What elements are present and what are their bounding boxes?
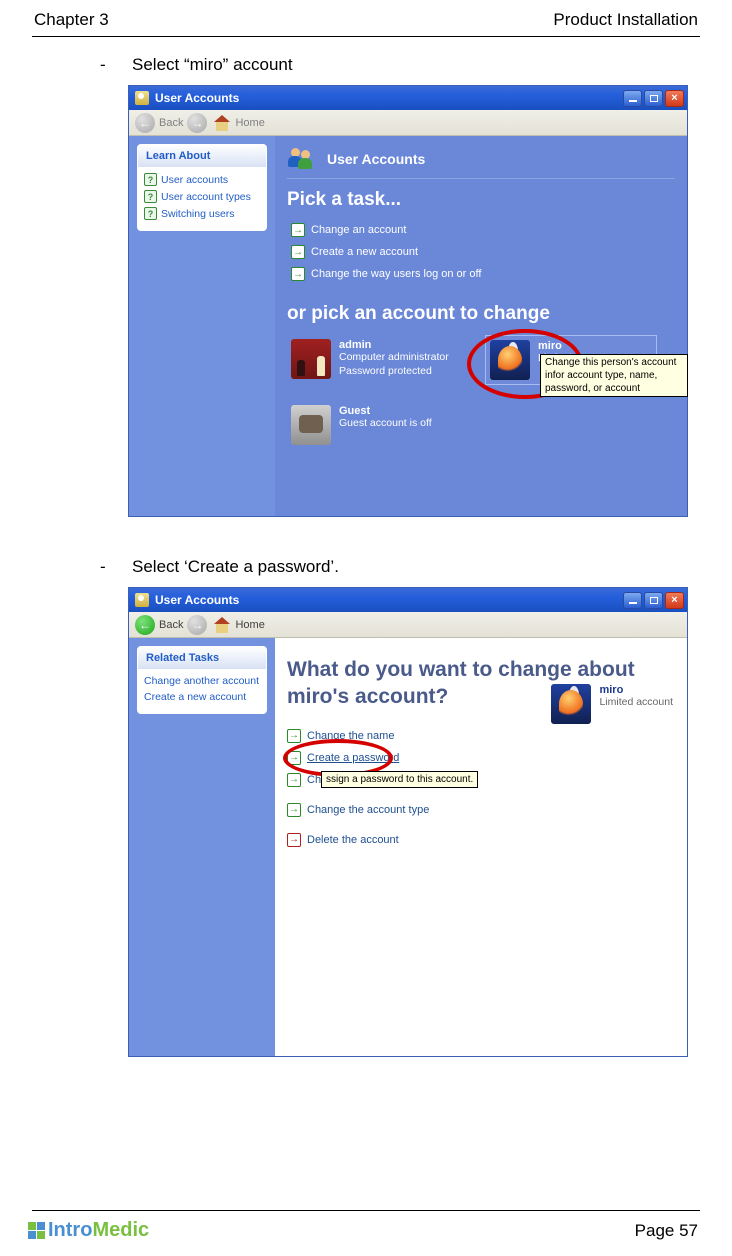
main-title: User Accounts xyxy=(327,151,425,167)
tooltip: ssign a password to this account. xyxy=(321,771,478,788)
bullet-text-1: Select “miro” account xyxy=(132,55,293,75)
window-title: User Accounts xyxy=(155,593,239,607)
minimize-button[interactable] xyxy=(623,90,642,107)
window-title: User Accounts xyxy=(155,91,239,105)
bullet-dash: - xyxy=(100,557,132,577)
maximize-button[interactable] xyxy=(644,90,663,107)
arrow-icon: → xyxy=(291,245,305,259)
maximize-button[interactable] xyxy=(644,592,663,609)
account-status: Guest account is off xyxy=(339,417,432,431)
bullet-dash: - xyxy=(100,55,132,75)
minimize-button[interactable] xyxy=(623,592,642,609)
sidebar-heading: Learn About xyxy=(138,145,266,167)
logo-text-2: Medic xyxy=(92,1219,149,1242)
user-accounts-icon xyxy=(135,91,149,105)
option-change-type[interactable]: →Change the account type xyxy=(287,799,675,821)
home-label: Home xyxy=(235,619,264,631)
account-miro: miro Limited account xyxy=(551,684,673,724)
screenshot-2-window: User Accounts × ← Back → Home Related Ta xyxy=(128,587,688,1057)
toolbar: ← Back → Home xyxy=(129,612,687,638)
back-label: Back xyxy=(159,619,183,631)
forward-button[interactable]: → xyxy=(187,615,207,635)
option-delete-account[interactable]: →Delete the account xyxy=(287,829,675,851)
logo: IntroMedic xyxy=(28,1219,149,1242)
page-number: Page 57 xyxy=(635,1221,698,1241)
account-name: Guest xyxy=(339,405,432,417)
bottom-rule xyxy=(32,1210,700,1211)
learn-about-item[interactable]: ?User account types xyxy=(144,188,260,205)
bullet-text-2: Select ‘Create a password’. xyxy=(132,557,339,577)
chapter-label: Chapter 3 xyxy=(34,10,109,30)
account-protected: Password protected xyxy=(339,365,449,379)
arrow-icon: → xyxy=(287,773,301,787)
pick-account-heading: or pick an account to change xyxy=(287,303,675,325)
account-guest[interactable]: Guest Guest account is off xyxy=(287,401,459,449)
arrow-icon: → xyxy=(287,803,301,817)
account-picture-icon xyxy=(291,405,331,445)
related-task-item[interactable]: Create a new account xyxy=(144,689,260,705)
help-icon: ? xyxy=(144,190,157,203)
delete-icon: → xyxy=(287,833,301,847)
task-create-account[interactable]: →Create a new account xyxy=(291,241,675,263)
related-task-item[interactable]: Change another account xyxy=(144,673,260,689)
section-label: Product Installation xyxy=(553,10,698,30)
home-icon[interactable] xyxy=(213,617,231,633)
help-icon: ? xyxy=(144,173,157,186)
learn-about-item[interactable]: ?Switching users xyxy=(144,205,260,222)
task-change-logon[interactable]: →Change the way users log on or off xyxy=(291,263,675,285)
back-label: Back xyxy=(159,117,183,129)
home-label: Home xyxy=(235,117,264,129)
main-panel: What do you want to change about miro's … xyxy=(275,638,687,1056)
account-picture-icon xyxy=(291,339,331,379)
arrow-icon: → xyxy=(287,729,301,743)
titlebar[interactable]: User Accounts × xyxy=(129,86,687,110)
back-button[interactable]: ← xyxy=(135,615,155,635)
sidebar-heading: Related Tasks xyxy=(138,647,266,669)
close-button[interactable]: × xyxy=(665,90,684,107)
logo-icon xyxy=(28,1222,45,1239)
sidebar: Related Tasks Change another account Cre… xyxy=(129,638,275,1056)
task-change-account[interactable]: →Change an account xyxy=(291,219,675,241)
close-button[interactable]: × xyxy=(665,592,684,609)
screenshot-1-window: User Accounts × ← Back → Home Learn Abou xyxy=(128,85,688,517)
main-panel: User Accounts Pick a task... →Change an … xyxy=(275,136,687,516)
arrow-icon: → xyxy=(291,223,305,237)
home-icon[interactable] xyxy=(213,115,231,131)
top-rule xyxy=(32,36,700,37)
account-name: miro xyxy=(599,684,673,696)
account-role: Limited account xyxy=(599,696,673,710)
sidebar: Learn About ?User accounts ?User account… xyxy=(129,136,275,516)
users-icon xyxy=(287,146,317,172)
titlebar[interactable]: User Accounts × xyxy=(129,588,687,612)
arrow-icon: → xyxy=(291,267,305,281)
account-name: admin xyxy=(339,339,449,351)
bullet-step-2: - Select ‘Create a password’. xyxy=(100,557,692,577)
forward-button[interactable]: → xyxy=(187,113,207,133)
bullet-step-1: - Select “miro” account xyxy=(100,55,692,75)
learn-about-item[interactable]: ?User accounts xyxy=(144,171,260,188)
divider xyxy=(287,178,675,179)
account-admin[interactable]: admin Computer administrator Password pr… xyxy=(287,335,459,385)
account-role: Computer administrator xyxy=(339,351,449,365)
logo-text-1: Intro xyxy=(48,1219,92,1242)
user-accounts-icon xyxy=(135,593,149,607)
pick-a-task-heading: Pick a task... xyxy=(287,189,675,211)
back-button[interactable]: ← xyxy=(135,113,155,133)
tooltip: Change this person's account infor accou… xyxy=(540,354,688,397)
toolbar: ← Back → Home xyxy=(129,110,687,136)
account-picture-icon xyxy=(551,684,591,724)
help-icon: ? xyxy=(144,207,157,220)
